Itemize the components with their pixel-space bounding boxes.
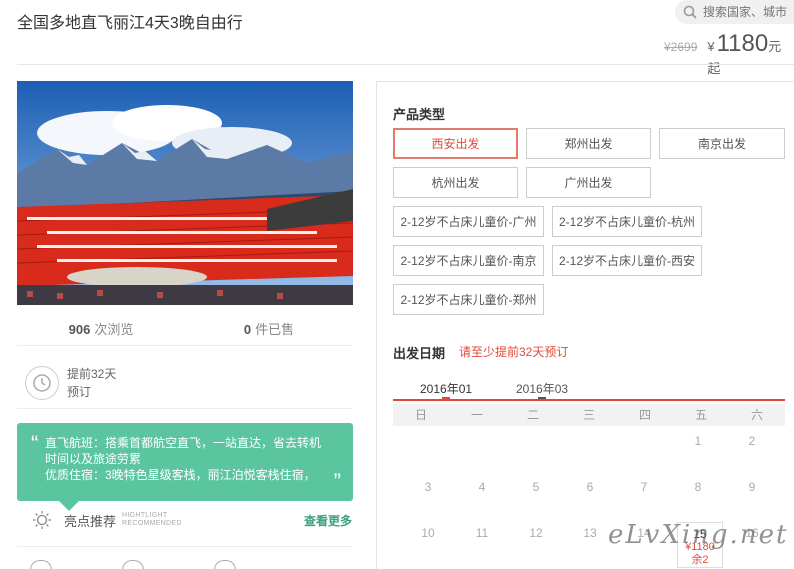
sold-stat: 0 件已售: [185, 319, 353, 338]
option-child-hangzhou[interactable]: 2-12岁不占床儿童价-杭州: [552, 206, 702, 237]
header-divider: [17, 64, 794, 65]
sold-label: 件已售: [255, 322, 295, 337]
calendar-day: 11: [475, 526, 489, 540]
bottom-icons: [30, 560, 236, 569]
heart-icon[interactable]: [30, 560, 52, 569]
view-more-link[interactable]: 查看更多: [304, 512, 352, 529]
weekday-mon: 一: [470, 408, 483, 422]
tab-month-2016-01[interactable]: 2016年01: [420, 380, 472, 397]
highlight-line-2: 时间以及旅途劳累: [45, 452, 142, 466]
weekday-sun: 日: [414, 408, 427, 422]
calendar-day: 9: [748, 480, 756, 494]
weekday-tue: 二: [526, 408, 539, 422]
option-nanjing[interactable]: 南京出发: [659, 128, 785, 159]
highlight-recommend: 亮点推荐 HIGHTLIGHT RECOMMENDED 查看更多: [32, 510, 352, 530]
price-row: ¥2699 ¥1180元起: [664, 30, 794, 77]
views-stat: 906 次浏览: [17, 319, 185, 338]
share-icon[interactable]: [122, 560, 144, 569]
highlight-box: “ 直飞航班：搭乘首都航空直飞，一站直达，省去转机 时间以及旅途劳累 优质住宿：…: [17, 423, 353, 511]
recommend-label: 亮点推荐: [64, 513, 117, 529]
advance-divider: [17, 408, 353, 409]
product-image: [17, 81, 353, 305]
open-quote-icon: “: [31, 431, 39, 456]
recommend-en-line-1: HIGHTLIGHT: [122, 512, 168, 519]
option-child-zhengzhou[interactable]: 2-12岁不占床儿童价-郑州: [393, 284, 544, 315]
active-day-remaining: 余2: [691, 554, 709, 566]
option-child-nanjing[interactable]: 2-12岁不占床儿童价-南京: [393, 245, 544, 276]
recommend-divider: [17, 546, 353, 547]
price-currency: ¥: [707, 39, 715, 54]
option-child-guangzhou[interactable]: 2-12岁不占床儿童价-广州: [393, 206, 544, 237]
calendar-day: 10: [421, 526, 435, 540]
calendar-day: 4: [478, 480, 486, 494]
option-child-xian[interactable]: 2-12岁不占床儿童价-西安: [552, 245, 702, 276]
highlight-line-3: 优质住宿：3晚特色星级客栈，丽江泊悦客栈住宿，: [45, 468, 316, 482]
highlight-line-1: 直飞航班：搭乘首都航空直飞，一站直达，省去转机: [45, 436, 322, 450]
calendar-day: 6: [586, 480, 594, 494]
advance-days: 提前32天: [67, 367, 117, 381]
views-label: 次浏览: [94, 322, 134, 337]
watermark: eLvXing.net: [608, 520, 789, 550]
month-tabs: 2016年01 2016年03: [393, 379, 785, 401]
advance-notice: 请至少提前32天预订: [459, 345, 569, 359]
recommend-en-line-2: RECOMMENDED: [122, 520, 182, 527]
weekday-thu: 四: [638, 408, 651, 422]
weekday-fri: 五: [694, 408, 707, 422]
month-indicator: [538, 397, 546, 399]
views-count: 906: [68, 322, 91, 337]
stats: 906 次浏览 0 件已售: [17, 319, 353, 338]
option-xian[interactable]: 西安出发: [393, 128, 518, 159]
calendar-day: 12: [529, 526, 543, 540]
edit-icon[interactable]: [214, 560, 236, 569]
calendar-day: 3: [424, 480, 432, 494]
calendar-day: 13: [583, 526, 597, 540]
recommend-en-label: HIGHTLIGHT RECOMMENDED: [122, 512, 182, 528]
original-price: ¥2699: [664, 40, 698, 54]
calendar-day: 1: [694, 434, 702, 448]
advance-label: 预订: [67, 385, 92, 399]
option-guangzhou[interactable]: 广州出发: [526, 167, 651, 198]
product-type-title: 产品类型: [393, 107, 446, 122]
tab-month-2016-03[interactable]: 2016年03: [516, 380, 568, 397]
search-box[interactable]: [675, 0, 794, 24]
weekday-wed: 三: [582, 408, 595, 422]
clock-icon: [25, 366, 59, 400]
option-hangzhou[interactable]: 杭州出发: [393, 167, 518, 198]
weekday-sat: 六: [750, 408, 763, 422]
close-quote-icon: ”: [333, 469, 341, 494]
stats-divider: [17, 345, 353, 346]
calendar-day: 7: [640, 480, 648, 494]
hero-illustration: [17, 81, 353, 305]
advance-booking: 提前32天 预订: [25, 365, 116, 401]
calendar-day: 8: [694, 480, 702, 494]
page-title: 全国多地直飞丽江4天3晚自由行: [17, 15, 243, 32]
sold-count: 0: [243, 322, 252, 337]
calendar-day: 5: [532, 480, 540, 494]
current-price: ¥1180元起: [707, 30, 794, 77]
option-zhengzhou[interactable]: 郑州出发: [526, 128, 651, 159]
weekday-header: 日 一 二 三 四 五 六: [393, 404, 785, 426]
search-input[interactable]: [703, 5, 794, 19]
departure-date-title: 出发日期: [393, 346, 446, 361]
calendar-day: 2: [748, 434, 756, 448]
month-indicator-active: [442, 397, 450, 399]
sun-icon: [33, 511, 51, 529]
search-icon[interactable]: [683, 5, 697, 19]
price-value: 1180: [716, 30, 769, 57]
